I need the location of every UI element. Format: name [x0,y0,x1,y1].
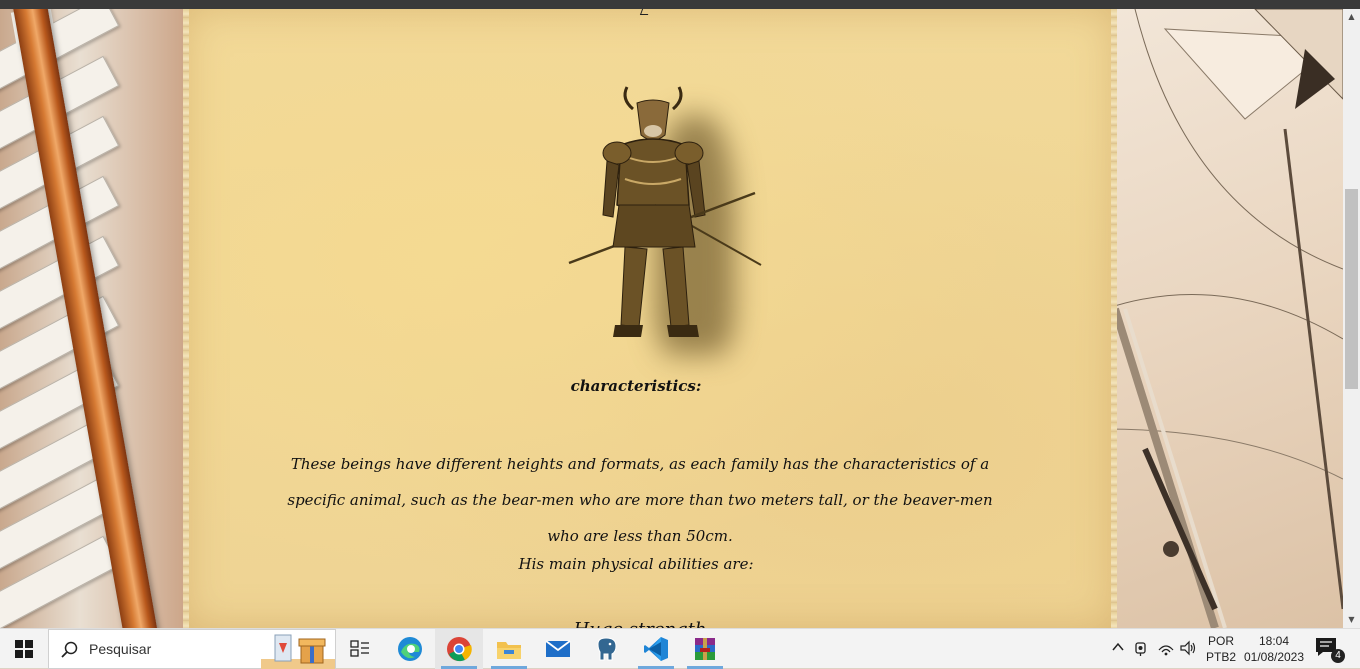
wifi-icon[interactable] [1157,640,1175,656]
notification-count-badge: 4 [1331,649,1345,663]
minotaur-warrior-image [565,75,765,357]
taskbar-clock[interactable]: 18:04 01/08/2023 [1241,633,1307,665]
clock-date: 01/08/2023 [1243,650,1305,664]
system-tray: POR PTB2 18:04 01/08/2023 4 [1105,629,1360,669]
windows-logo-icon [15,640,33,658]
search-icon [61,641,78,658]
task-view-button[interactable] [336,629,384,669]
browser-top-bar [0,0,1360,9]
folder-icon [497,642,521,659]
search-highlight-art-icon [261,634,335,669]
taskbar-file-explorer[interactable] [485,629,533,669]
taskbar-chrome[interactable] [435,629,483,669]
input-language-indicator[interactable]: POR PTB2 [1205,633,1237,665]
clock-time: 18:04 [1258,634,1290,648]
notification-center-button[interactable]: 4 [1315,637,1345,663]
elephant-icon [597,637,617,661]
mail-icon [545,640,571,657]
chevron-up-icon[interactable] [1111,640,1125,654]
characteristics-description: These beings have different heights and … [287,455,993,545]
left-background-decoration [0,9,200,628]
chrome-icon [447,637,472,662]
cut-off-ability-text: Huge strength [560,621,720,628]
taskbar-mail[interactable] [534,629,582,669]
taskbar-postgresql[interactable] [583,629,631,669]
scroll-thumb[interactable] [1345,189,1358,389]
windows-taskbar: Pesquisar POR PTB2 18:04 01/08/2023 4 [0,628,1360,669]
winrar-icon [695,638,715,660]
page-viewport: characteristics: These beings have diffe… [0,9,1343,628]
taskbar-vscode[interactable] [632,629,680,669]
vscode-icon [644,637,668,661]
language-code: POR [1207,634,1234,648]
scroll-down-arrow-icon[interactable]: ▼ [1343,612,1360,628]
edge-icon [398,637,422,661]
characteristics-heading: characteristics: [570,377,702,395]
page-scrollbar[interactable]: ▲ ▼ [1343,9,1360,628]
taskbar-winrar[interactable] [681,629,729,669]
volume-icon[interactable] [1179,640,1197,656]
right-background-decoration [1105,9,1343,628]
task-view-icon [350,640,369,657]
taskbar-search-box[interactable]: Pesquisar [48,629,336,669]
scroll-up-arrow-icon[interactable]: ▲ [1343,9,1360,25]
abilities-intro-text: His main physical abilities are: [518,555,754,573]
start-button[interactable] [0,629,48,669]
meet-now-icon[interactable] [1133,640,1149,658]
keyboard-layout: PTB2 [1205,650,1236,664]
taskbar-edge[interactable] [386,629,434,669]
search-placeholder: Pesquisar [89,641,152,657]
